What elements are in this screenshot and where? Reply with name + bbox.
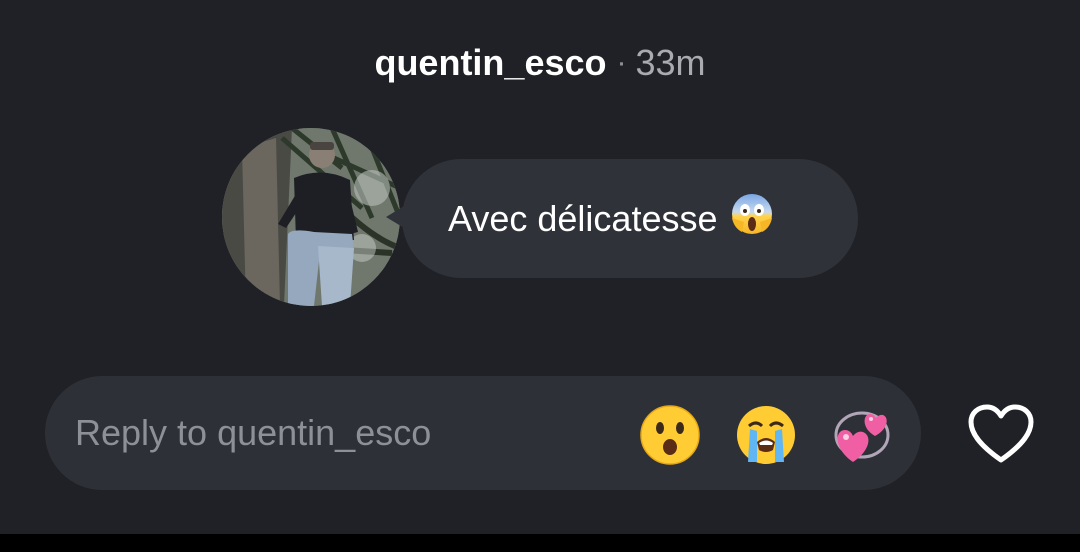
reply-input[interactable]: [75, 404, 595, 462]
loudly-crying-face-icon[interactable]: [735, 404, 797, 466]
avatar-photo-icon: [222, 128, 400, 306]
message-text: Avec délicatesse: [448, 197, 718, 239]
heart-outline-icon[interactable]: [966, 402, 1036, 466]
username[interactable]: quentin_esco: [374, 38, 606, 88]
face-with-open-mouth-icon[interactable]: [639, 404, 701, 466]
story-header: quentin_esco · 33m: [0, 38, 1080, 88]
story-reply-screen: quentin_esco · 33m Avec délicatesse: [0, 0, 1080, 552]
timestamp: 33m: [635, 42, 706, 83]
two-hearts-icon[interactable]: [831, 404, 893, 466]
bottom-system-bar: [0, 534, 1080, 552]
separator-dot: ·: [616, 46, 627, 79]
avatar[interactable]: [222, 128, 400, 306]
reply-composer: [45, 376, 921, 490]
face-screaming-in-fear-icon: [730, 192, 774, 245]
message-bubble[interactable]: Avec délicatesse: [402, 159, 858, 278]
